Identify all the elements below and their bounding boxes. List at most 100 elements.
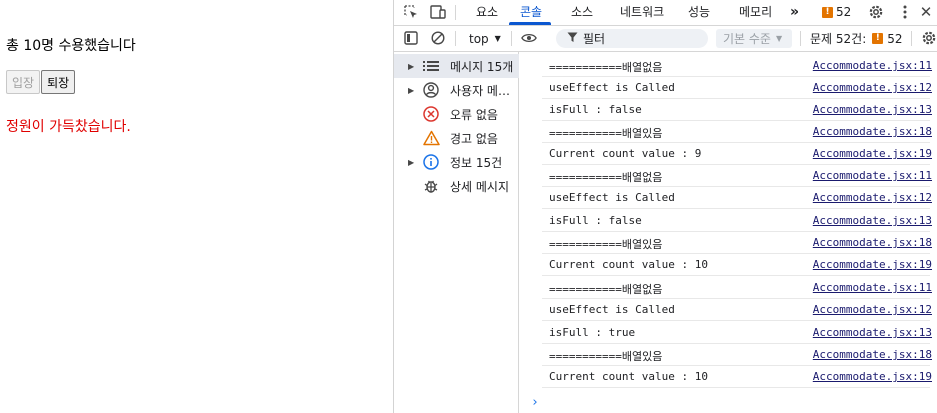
sidebar-item-info[interactable]: ▶ 정보 15건: [394, 150, 519, 174]
more-tabs-icon[interactable]: »: [790, 0, 799, 25]
tab-memory[interactable]: 메모리: [739, 0, 772, 25]
list-icon: [422, 57, 440, 75]
live-expression-eye-icon[interactable]: [521, 30, 537, 46]
console-row: isFull : true Accommodate.jsx:13: [542, 322, 932, 344]
app-pane: 총 10명 수용했습니다 입장 퇴장 정원이 가득찼습니다.: [0, 0, 393, 413]
issues-badge[interactable]: ! 52: [822, 5, 851, 19]
source-link[interactable]: Accommodate.jsx:18: [813, 236, 932, 249]
issues-label: 문제 52건:: [810, 32, 867, 46]
info-icon: [422, 153, 440, 171]
source-link[interactable]: Accommodate.jsx:12: [813, 303, 932, 316]
console-row: isFull : false Accommodate.jsx:13: [542, 99, 932, 121]
sidebar-item-label: 사용자 메시지: [450, 83, 516, 98]
console-message: isFull : false: [549, 214, 642, 227]
console-row: ===========배열없음 Accommodate.jsx:11: [542, 55, 932, 77]
console-row: Current count value : 9 Accommodate.jsx:1…: [542, 143, 932, 165]
exit-button[interactable]: 퇴장: [41, 70, 76, 94]
sidebar-item-warnings[interactable]: 경고 없음: [394, 126, 519, 150]
console-prompt-icon[interactable]: ›: [531, 395, 539, 410]
tab-elements[interactable]: 요소: [476, 0, 498, 25]
sidebar-toggle-icon[interactable]: [403, 30, 419, 46]
divider: [911, 31, 912, 46]
source-link[interactable]: Accommodate.jsx:18: [813, 348, 932, 361]
console-message: useEffect is Called: [549, 303, 675, 316]
clear-console-icon[interactable]: [430, 30, 446, 46]
console-row: ===========배열있음 Accommodate.jsx:18: [542, 121, 932, 143]
source-link[interactable]: Accommodate.jsx:18: [813, 125, 932, 138]
console-row: useEffect is Called Accommodate.jsx:12: [542, 299, 932, 321]
expand-arrow-icon[interactable]: ▶: [408, 86, 414, 95]
count-text: 총 10명 수용했습니다: [6, 38, 136, 54]
source-link[interactable]: Accommodate.jsx:12: [813, 191, 932, 204]
user-icon: [422, 81, 440, 99]
filter-funnel-icon: [567, 32, 578, 46]
sidebar-item-user-messages[interactable]: ▶ 사용자 메시지: [394, 78, 519, 102]
source-link[interactable]: Accommodate.jsx:11: [813, 59, 932, 72]
sidebar-item-errors[interactable]: 오류 없음: [394, 102, 519, 126]
console-row: ===========배열있음 Accommodate.jsx:18: [542, 344, 932, 366]
source-link[interactable]: Accommodate.jsx:13: [813, 326, 932, 339]
tab-sources[interactable]: 소스: [571, 0, 593, 25]
sidebar-item-verbose[interactable]: 상세 메시지: [394, 174, 519, 198]
sidebar-item-label: 메시지 15개: [450, 59, 514, 74]
console-row: Current count value : 10 Accommodate.jsx:…: [542, 254, 932, 276]
sidebar-item-label: 상세 메시지: [450, 179, 510, 194]
sidebar-item-messages[interactable]: ▶ 메시지 15개: [394, 54, 519, 78]
filter-input[interactable]: 필터: [556, 29, 708, 48]
error-icon: [422, 105, 440, 123]
console-message: ===========배열없음: [549, 171, 663, 184]
enter-button[interactable]: 입장: [6, 70, 41, 94]
source-link[interactable]: Accommodate.jsx:11: [813, 281, 932, 294]
context-selector[interactable]: top ▼: [469, 26, 501, 51]
source-link[interactable]: Accommodate.jsx:12: [813, 81, 932, 94]
warning-icon: [422, 129, 440, 147]
console-sidebar: ▶ 메시지 15개 ▶ 사용자 메시지 오류 없음 경고 없음 ▶ 정보 15건…: [394, 52, 519, 413]
divider: [455, 5, 456, 20]
inspect-element-icon[interactable]: [403, 4, 419, 20]
device-toolbar-icon[interactable]: [430, 4, 446, 20]
source-link[interactable]: Accommodate.jsx:11: [813, 169, 932, 182]
console-row: ===========배열없음 Accommodate.jsx:11: [542, 165, 932, 187]
console-message: useEffect is Called: [549, 191, 675, 204]
full-message: 정원이 가득찼습니다.: [6, 119, 131, 135]
source-link[interactable]: Accommodate.jsx:19: [813, 370, 932, 383]
tab-network[interactable]: 네트워크: [620, 0, 664, 25]
issues-counter[interactable]: 문제 52건: ! 52: [810, 26, 903, 51]
console-message: isFull : true: [549, 326, 636, 339]
settings-gear-icon[interactable]: [868, 4, 884, 20]
active-tab-indicator: [509, 22, 551, 25]
console-message: ===========배열없음: [549, 61, 663, 74]
console-row: useEffect is Called Accommodate.jsx:12: [542, 77, 932, 99]
log-level-dropdown[interactable]: 기본 수준 ▼: [716, 29, 792, 48]
devtools-tabbar: 요소 콘솔 소스 네트워크 성능 메모리 » ! 52 ✕: [394, 0, 937, 26]
close-icon[interactable]: ✕: [918, 3, 934, 21]
sidebar-item-label: 경고 없음: [450, 131, 498, 146]
console-settings-gear-icon[interactable]: [921, 30, 937, 46]
source-link[interactable]: Accommodate.jsx:13: [813, 214, 932, 227]
console-message: useEffect is Called: [549, 81, 675, 94]
issues-count: 52: [887, 31, 903, 46]
issues-badge-count: 52: [836, 5, 852, 19]
console-message: ===========배열없음: [549, 283, 663, 296]
console-output: ===========배열없음 Accommodate.jsx:11 useEff…: [519, 52, 937, 413]
expand-arrow-icon[interactable]: ▶: [408, 158, 414, 167]
console-row: Current count value : 10 Accommodate.jsx:…: [542, 366, 932, 388]
divider: [511, 31, 512, 46]
dropdown-arrow-icon: ▼: [775, 34, 783, 43]
console-message: isFull : false: [549, 103, 642, 116]
devtools-panel: 요소 콘솔 소스 네트워크 성능 메모리 » ! 52 ✕ top ▼ 필터 기…: [393, 0, 937, 413]
sidebar-item-label: 오류 없음: [450, 107, 498, 122]
console-row: ===========배열있음 Accommodate.jsx:18: [542, 232, 932, 254]
expand-arrow-icon[interactable]: ▶: [408, 62, 414, 71]
console-message: Current count value : 10: [549, 370, 708, 383]
divider: [800, 31, 801, 46]
issue-flag-icon: !: [822, 6, 833, 18]
console-message: ===========배열있음: [549, 238, 663, 251]
source-link[interactable]: Accommodate.jsx:19: [813, 258, 932, 271]
console-row: useEffect is Called Accommodate.jsx:12: [542, 187, 932, 209]
source-link[interactable]: Accommodate.jsx:13: [813, 103, 932, 116]
button-group: 입장 퇴장: [6, 70, 76, 94]
tab-performance[interactable]: 성능: [688, 0, 710, 25]
source-link[interactable]: Accommodate.jsx:19: [813, 147, 932, 160]
kebab-menu-icon[interactable]: [897, 4, 913, 20]
